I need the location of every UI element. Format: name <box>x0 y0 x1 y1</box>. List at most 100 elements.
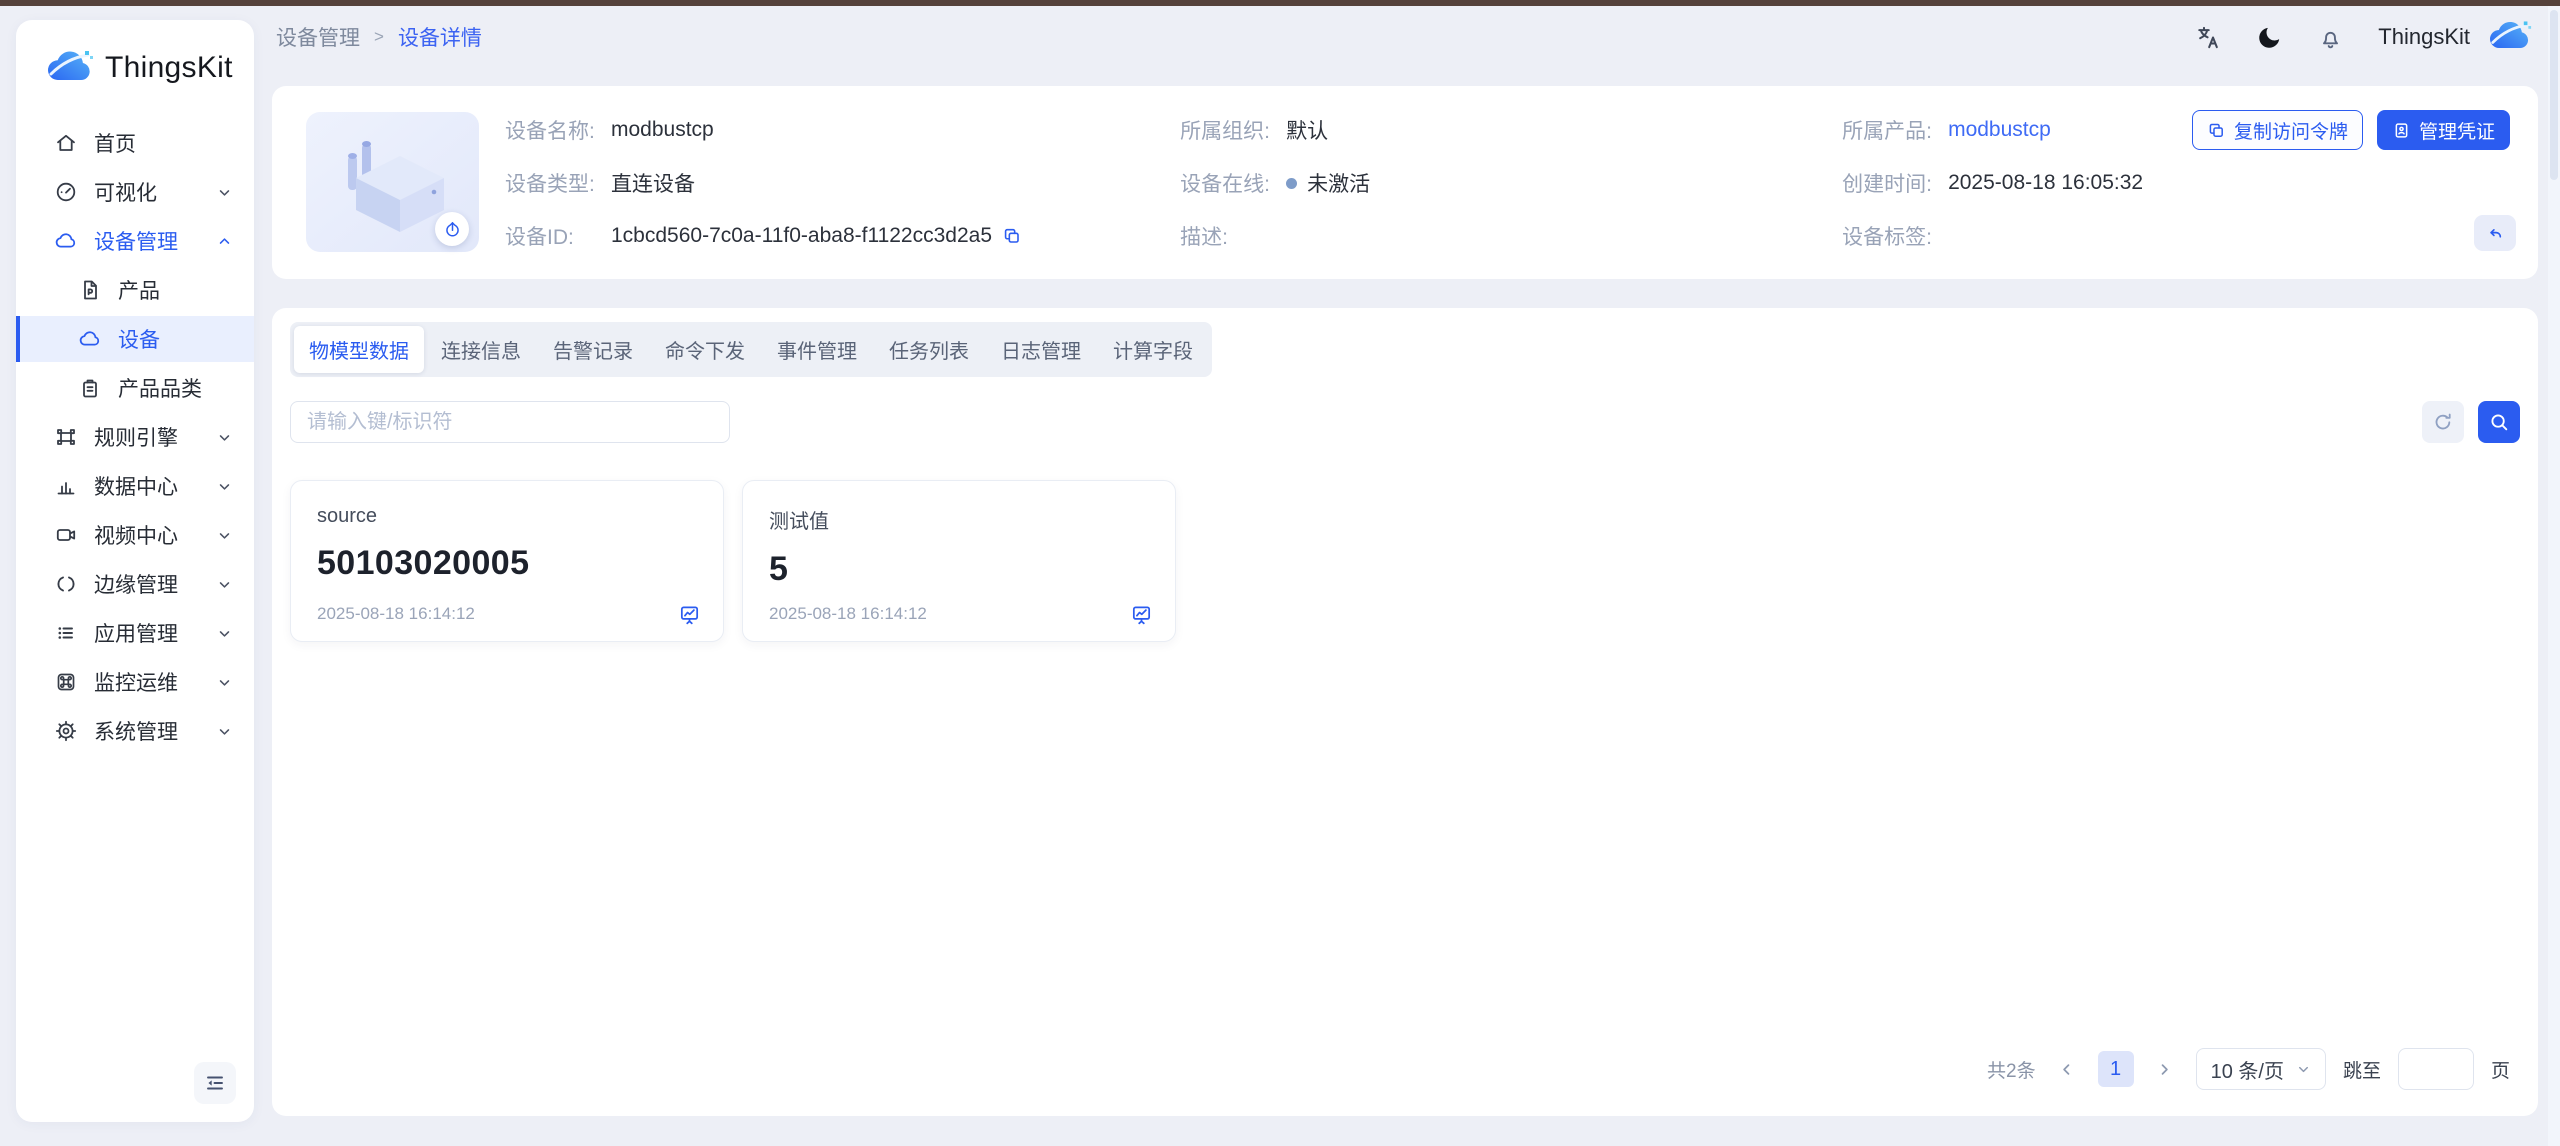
window-top-edge <box>0 0 2560 6</box>
tab-alarm-records[interactable]: 告警记录 <box>538 326 648 373</box>
organization-value: 默认 <box>1286 115 1328 145</box>
copy-icon[interactable] <box>1002 226 1022 246</box>
tab-model-data[interactable]: 物模型数据 <box>294 326 424 373</box>
brand-logo: ThingsKit <box>16 20 254 86</box>
tab-command-issue[interactable]: 命令下发 <box>650 326 760 373</box>
tab-connection-info[interactable]: 连接信息 <box>426 326 536 373</box>
sidebar-item-label: 首页 <box>94 128 136 158</box>
cloud-icon <box>78 327 102 351</box>
sidebar-item-data-center[interactable]: 数据中心 <box>16 463 254 509</box>
telemetry-cards: source 50103020005 2025-08-18 16:14:12 测… <box>290 480 2520 642</box>
history-chart-icon[interactable] <box>678 603 701 626</box>
chevron-down-icon <box>215 575 234 594</box>
sidebar-item-product-category[interactable]: 产品品类 <box>16 365 254 411</box>
sidebar-menu: 首页 可视化 设备管理 产品 设备 产品品类 <box>16 120 254 754</box>
pagination-total: 共2条 <box>1987 1056 2036 1083</box>
field-description: 描述: <box>1180 222 1842 250</box>
sidebar-item-label: 系统管理 <box>94 716 178 746</box>
field-label: 设备名称: <box>505 115 611 145</box>
manage-credential-label: 管理凭证 <box>2419 117 2495 144</box>
sidebar-item-video-center[interactable]: 视频中心 <box>16 512 254 558</box>
sidebar-item-label: 应用管理 <box>94 618 178 648</box>
telemetry-value: 50103020005 <box>317 544 697 583</box>
key-search-input[interactable] <box>290 401 730 443</box>
telemetry-card-test-value[interactable]: 测试值 5 2025-08-18 16:14:12 <box>742 480 1176 642</box>
credential-badge-icon <box>2392 121 2411 140</box>
copy-access-token-button[interactable]: 复制访问令牌 <box>2192 110 2363 150</box>
sidebar-item-app-management[interactable]: 应用管理 <box>16 610 254 656</box>
pagination-page-1[interactable]: 1 <box>2098 1051 2134 1087</box>
sidebar-item-label: 数据中心 <box>94 471 178 501</box>
username[interactable]: ThingsKit <box>2378 24 2470 50</box>
sidebar-item-product[interactable]: 产品 <box>16 267 254 313</box>
sidebar-item-monitor-ops[interactable]: 监控运维 <box>16 659 254 705</box>
dark-mode-moon-icon[interactable] <box>2256 24 2283 51</box>
sidebar-item-label: 产品品类 <box>118 373 202 403</box>
sidebar-item-device[interactable]: 设备 <box>16 316 254 362</box>
telemetry-card-source[interactable]: source 50103020005 2025-08-18 16:14:12 <box>290 480 724 642</box>
sidebar-item-home[interactable]: 首页 <box>16 120 254 166</box>
jump-to-page-input[interactable] <box>2398 1048 2474 1090</box>
bar-chart-icon <box>54 474 78 498</box>
back-button[interactable] <box>2474 215 2516 251</box>
sidebar-item-label: 边缘管理 <box>94 569 178 599</box>
sidebar-collapse-button[interactable] <box>194 1062 236 1104</box>
history-chart-icon[interactable] <box>1130 603 1153 626</box>
sidebar-item-visualization[interactable]: 可视化 <box>16 169 254 215</box>
field-organization: 所属组织: 默认 <box>1180 116 1842 144</box>
language-translate-icon[interactable] <box>2195 24 2222 51</box>
device-detail-content-panel: 物模型数据 连接信息 告警记录 命令下发 事件管理 任务列表 日志管理 计算字段 <box>272 308 2538 1116</box>
document-icon <box>78 278 102 302</box>
field-label: 描述: <box>1180 221 1286 251</box>
scrollbar-thumb[interactable] <box>2550 10 2558 180</box>
refresh-button[interactable] <box>2422 401 2464 443</box>
sidebar-item-device-management[interactable]: 设备管理 <box>16 218 254 264</box>
telemetry-timestamp: 2025-08-18 16:14:12 <box>317 604 475 624</box>
created-time-value: 2025-08-18 16:05:32 <box>1948 171 2143 195</box>
scrollbar-track <box>2548 6 2560 1146</box>
detail-tabs: 物模型数据 连接信息 告警记录 命令下发 事件管理 任务列表 日志管理 计算字段 <box>290 322 1212 377</box>
copy-access-token-label: 复制访问令牌 <box>2234 117 2348 144</box>
page-unit-label: 页 <box>2491 1056 2510 1083</box>
manage-credential-button[interactable]: 管理凭证 <box>2377 110 2510 150</box>
topbar: 设备管理 > 设备详情 ThingsKit <box>272 6 2538 68</box>
pagination-next-button[interactable] <box>2151 1055 2179 1083</box>
field-created-time: 创建时间: 2025-08-18 16:05:32 <box>1842 169 2504 197</box>
page-size-select[interactable]: 10 条/页 <box>2196 1048 2326 1090</box>
field-device-type: 设备类型: 直连设备 <box>505 169 1180 197</box>
tab-computed-fields[interactable]: 计算字段 <box>1098 326 1208 373</box>
menu-fold-icon <box>203 1071 227 1095</box>
sidebar-item-label: 规则引擎 <box>94 422 178 452</box>
device-panel-actions: 复制访问令牌 管理凭证 <box>2192 110 2510 150</box>
sidebar-item-edge-management[interactable]: 边缘管理 <box>16 561 254 607</box>
field-label: 设备标签: <box>1842 221 1948 251</box>
sidebar-item-system-management[interactable]: 系统管理 <box>16 708 254 754</box>
chevron-up-icon <box>215 232 234 251</box>
tab-event-management[interactable]: 事件管理 <box>762 326 872 373</box>
search-button[interactable] <box>2478 401 2520 443</box>
refresh-icon <box>2432 411 2454 433</box>
field-online-status: 设备在线: 未激活 <box>1180 169 1842 197</box>
field-device-tag: 设备标签: <box>1842 222 2504 250</box>
chevron-left-icon <box>2057 1060 2076 1079</box>
sidebar-item-rule-engine[interactable]: 规则引擎 <box>16 414 254 460</box>
chevron-right-icon <box>2155 1060 2174 1079</box>
telemetry-key: source <box>317 505 697 528</box>
undo-arrow-icon <box>2485 223 2506 244</box>
chevron-down-icon <box>215 722 234 741</box>
chevron-down-icon <box>2296 1062 2311 1077</box>
tab-log-management[interactable]: 日志管理 <box>986 326 1096 373</box>
app-list-icon <box>54 621 78 645</box>
device-image-upload-button[interactable] <box>435 212 469 246</box>
tab-task-list[interactable]: 任务列表 <box>874 326 984 373</box>
cloud-logo-icon <box>48 50 94 86</box>
field-device-id: 设备ID: 1cbcd560-7c0a-11f0-aba8-f1122cc3d2… <box>505 222 1180 250</box>
product-link[interactable]: modbustcp <box>1948 118 2051 142</box>
chevron-down-icon <box>215 673 234 692</box>
page-size-value: 10 条/页 <box>2211 1055 2284 1084</box>
pagination-prev-button[interactable] <box>2053 1055 2081 1083</box>
status-badge: 未激活 <box>1307 168 1370 198</box>
notification-bell-icon[interactable] <box>2317 24 2344 51</box>
breadcrumb-device-management[interactable]: 设备管理 <box>276 22 360 52</box>
user-avatar-cloud-icon[interactable] <box>2490 20 2532 54</box>
